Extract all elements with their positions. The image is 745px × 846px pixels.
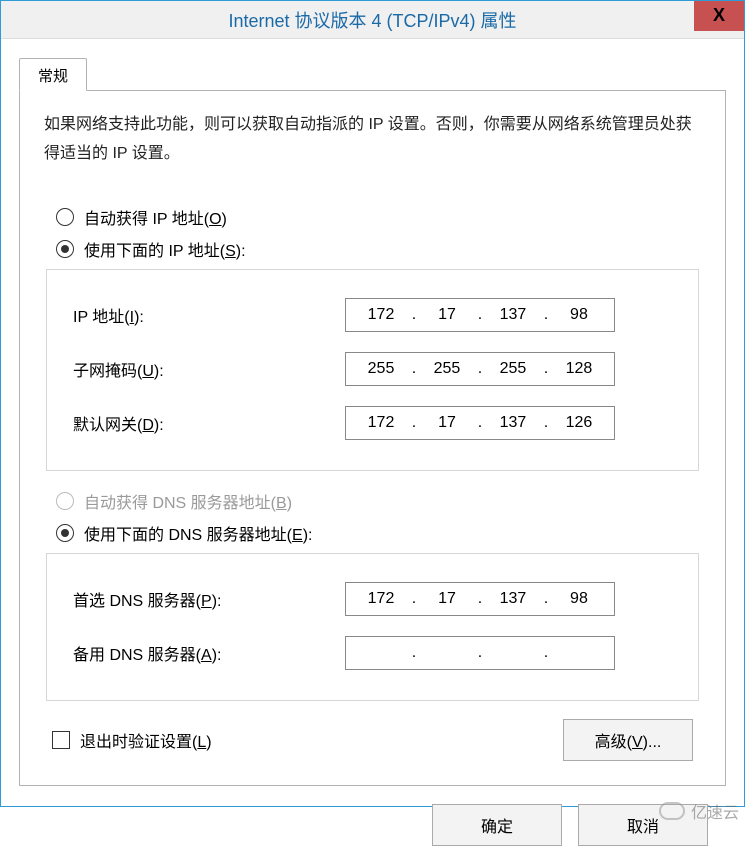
bottom-row: 退出时验证设置(L) 高级(V)...	[44, 719, 701, 761]
input-subnet-mask[interactable]: 255. 255. 255. 128	[345, 352, 615, 386]
radio-icon	[56, 524, 74, 542]
row-dns-preferred: 首选 DNS 服务器(P): 172. 17. 137. 98	[65, 582, 680, 616]
row-subnet-mask: 子网掩码(U): 255. 255. 255. 128	[65, 352, 680, 386]
tab-general[interactable]: 常规	[19, 58, 87, 91]
label-dns-preferred: 首选 DNS 服务器(P):	[65, 587, 345, 611]
dialog-buttons: 确定 取消	[19, 786, 726, 846]
tab-page: 如果网络支持此功能，则可以获取自动指派的 IP 设置。否则，你需要从网络系统管理…	[19, 90, 726, 786]
radio-label: 使用下面的 DNS 服务器地址(E):	[84, 521, 312, 545]
input-dns-alternate[interactable]: . . .	[345, 636, 615, 670]
row-gateway: 默认网关(D): 172. 17. 137. 126	[65, 406, 680, 440]
radio-ip-manual[interactable]: 使用下面的 IP 地址(S):	[56, 237, 701, 261]
label-ip-address: IP 地址(I):	[65, 303, 345, 327]
checkbox-icon	[52, 731, 70, 749]
ip-fieldset: IP 地址(I): 172. 17. 137. 98 子网掩码(U): 255.	[46, 269, 699, 471]
cloud-icon	[659, 802, 685, 820]
dialog-content: 常规 如果网络支持此功能，则可以获取自动指派的 IP 设置。否则，你需要从网络系…	[1, 39, 744, 846]
input-ip-address[interactable]: 172. 17. 137. 98	[345, 298, 615, 332]
window-title: Internet 协议版本 4 (TCP/IPv4) 属性	[228, 7, 516, 33]
titlebar: Internet 协议版本 4 (TCP/IPv4) 属性 X	[1, 1, 744, 39]
description-text: 如果网络支持此功能，则可以获取自动指派的 IP 设置。否则，你需要从网络系统管理…	[44, 111, 701, 169]
label-dns-alternate: 备用 DNS 服务器(A):	[65, 641, 345, 665]
radio-label: 自动获得 DNS 服务器地址(B)	[84, 489, 292, 513]
radio-icon	[56, 208, 74, 226]
dialog-window: Internet 协议版本 4 (TCP/IPv4) 属性 X 常规 如果网络支…	[0, 0, 745, 807]
radio-dns-manual[interactable]: 使用下面的 DNS 服务器地址(E):	[56, 521, 701, 545]
radio-icon	[56, 492, 74, 510]
watermark-text: 亿速云	[691, 799, 739, 823]
label-gateway: 默认网关(D):	[65, 411, 345, 435]
row-ip-address: IP 地址(I): 172. 17. 137. 98	[65, 298, 680, 332]
radio-icon	[56, 240, 74, 258]
radio-label: 使用下面的 IP 地址(S):	[84, 237, 246, 261]
input-gateway[interactable]: 172. 17. 137. 126	[345, 406, 615, 440]
close-button[interactable]: X	[694, 1, 744, 31]
label-subnet-mask: 子网掩码(U):	[65, 357, 345, 381]
tabstrip: 常规	[19, 57, 726, 91]
advanced-button[interactable]: 高级(V)...	[563, 719, 693, 761]
radio-dns-auto: 自动获得 DNS 服务器地址(B)	[56, 489, 701, 513]
dns-fieldset: 首选 DNS 服务器(P): 172. 17. 137. 98 备用 DNS 服…	[46, 553, 699, 701]
row-dns-alternate: 备用 DNS 服务器(A): . . .	[65, 636, 680, 670]
radio-ip-auto[interactable]: 自动获得 IP 地址(O)	[56, 205, 701, 229]
radio-label: 自动获得 IP 地址(O)	[84, 205, 227, 229]
watermark: 亿速云	[659, 799, 739, 823]
input-dns-preferred[interactable]: 172. 17. 137. 98	[345, 582, 615, 616]
checkbox-validate-on-exit[interactable]: 退出时验证设置(L)	[52, 728, 212, 752]
